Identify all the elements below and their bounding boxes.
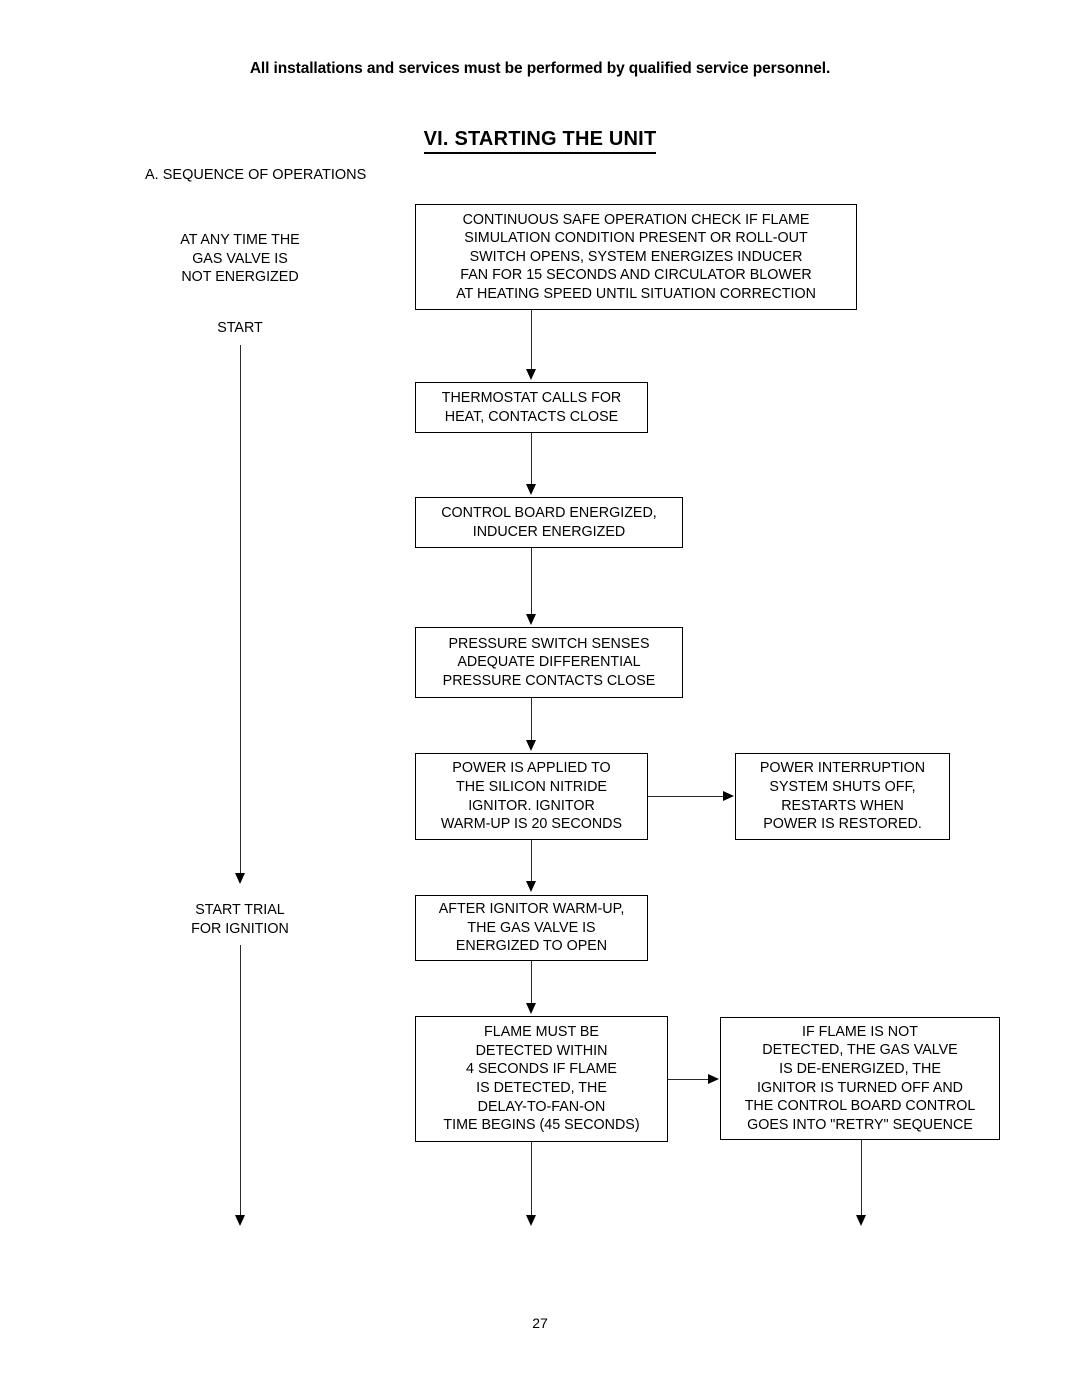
arrowhead-pressure-switch-to-power-applied xyxy=(526,740,536,751)
connector-thermostat-to-control-board xyxy=(531,433,532,487)
page-number: 27 xyxy=(532,1315,548,1331)
arrowhead-flame-to-next-page xyxy=(526,1215,536,1226)
connector-not-detected-to-next-page xyxy=(861,1140,862,1220)
connector-after-ignitor-to-flame xyxy=(531,961,532,1005)
box-power-applied-to-ignitor: POWER IS APPLIED TO THE SILICON NITRIDE … xyxy=(415,753,648,840)
box-flame-must-be-detected: FLAME MUST BE DETECTED WITHIN 4 SECONDS … xyxy=(415,1016,668,1142)
box-control-board-energized: CONTROL BOARD ENERGIZED, INDUCER ENERGIZ… xyxy=(415,497,683,548)
arrowhead-flame-to-not-detected xyxy=(708,1074,719,1084)
arrowhead-power-applied-to-interruption xyxy=(723,791,734,801)
arrowhead-not-detected-to-next-page xyxy=(856,1215,866,1226)
connector-control-board-to-pressure-switch xyxy=(531,548,532,616)
safety-banner: All installations and services must be p… xyxy=(249,60,831,77)
label-gas-valve-not-energized: AT ANY TIME THE GAS VALVE IS NOT ENERGIZ… xyxy=(180,232,300,286)
arrowhead-continuous-to-thermostat xyxy=(526,369,536,380)
arrowhead-start-trial-spine xyxy=(235,1215,245,1226)
connector-continuous-to-thermostat xyxy=(531,310,532,372)
box-thermostat-calls-for-heat: THERMOSTAT CALLS FOR HEAT, CONTACTS CLOS… xyxy=(415,382,648,433)
arrowhead-start-spine xyxy=(235,873,245,884)
page-title-text: VI. STARTING THE UNIT xyxy=(423,128,657,154)
box-after-ignitor-warm-up: AFTER IGNITOR WARM-UP, THE GAS VALVE IS … xyxy=(415,895,648,961)
connector-power-applied-to-interruption xyxy=(648,796,725,797)
arrowhead-control-board-to-pressure-switch xyxy=(526,614,536,625)
connector-power-applied-to-after-ignitor xyxy=(531,840,532,883)
label-start-trial-for-ignition: START TRIAL FOR IGNITION xyxy=(191,902,289,937)
box-flame-not-detected-retry: IF FLAME IS NOT DETECTED, THE GAS VALVE … xyxy=(720,1017,1000,1140)
arrowhead-power-applied-to-after-ignitor xyxy=(526,881,536,892)
page-title: VI. STARTING THE UNIT xyxy=(0,128,1080,154)
arrowhead-thermostat-to-control-board xyxy=(526,484,536,495)
box-pressure-switch-senses: PRESSURE SWITCH SENSES ADEQUATE DIFFEREN… xyxy=(415,627,683,698)
connector-flame-to-not-detected xyxy=(668,1079,710,1080)
box-power-interruption: POWER INTERRUPTION SYSTEM SHUTS OFF, RES… xyxy=(735,753,950,840)
box-continuous-safe-operation: CONTINUOUS SAFE OPERATION CHECK IF FLAME… xyxy=(415,204,857,310)
connector-start-spine xyxy=(240,345,241,878)
document-page: All installations and services must be p… xyxy=(0,0,1080,1397)
connector-flame-to-next-page xyxy=(531,1142,532,1220)
connector-start-trial-spine xyxy=(240,945,241,1220)
arrowhead-after-ignitor-to-flame xyxy=(526,1003,536,1014)
section-label: A. SEQUENCE OF OPERATIONS xyxy=(145,167,367,183)
connector-pressure-switch-to-power-applied xyxy=(531,698,532,742)
label-start: START xyxy=(217,320,263,336)
